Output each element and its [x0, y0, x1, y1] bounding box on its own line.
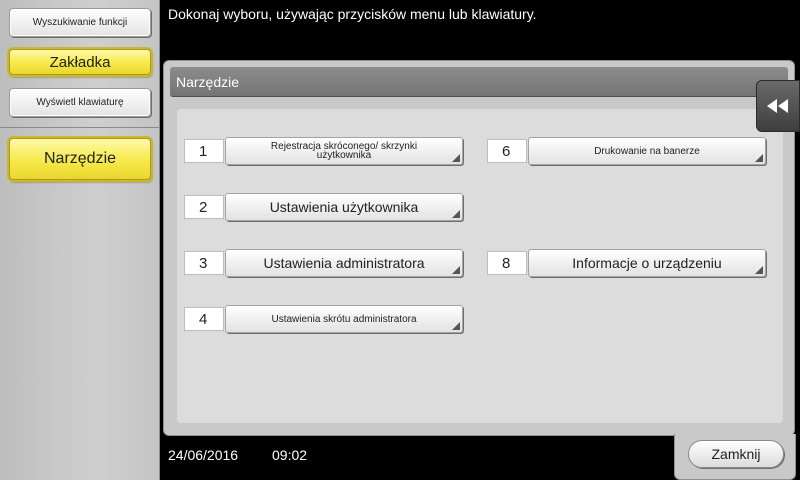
corner-triangle-icon — [755, 266, 763, 274]
menu-item-label: Ustawienia skrótu administratora — [271, 313, 417, 325]
left-sidebar: Wyszukiwanie funkcji Zakładka Wyświetl k… — [0, 0, 160, 480]
corner-triangle-icon — [452, 266, 460, 274]
user-settings-button[interactable]: Ustawienia użytkownika — [225, 193, 463, 221]
close-label: Zamknij — [711, 446, 761, 462]
search-functions-button[interactable]: Wyszukiwanie funkcji — [9, 8, 151, 37]
show-keyboard-label: Wyświetl klawiaturę — [36, 97, 124, 108]
corner-triangle-icon — [452, 210, 460, 218]
instruction-message: Dokonaj wyboru, używając przycisków menu… — [168, 6, 537, 22]
corner-triangle-icon — [755, 154, 763, 162]
menu-item-number[interactable]: 4 — [184, 307, 224, 331]
device-information-button[interactable]: Informacje o urządzeniu — [528, 249, 766, 277]
bookmark-button[interactable]: Zakładka — [9, 49, 151, 75]
search-functions-label: Wyszukiwanie funkcji — [32, 17, 128, 28]
admin-shortcut-settings-button[interactable]: Ustawienia skrótu administratora — [225, 305, 463, 333]
menu-item-label: Rejestracja skróconego/ skrzynki użytkow… — [270, 141, 418, 161]
collapse-panel-button[interactable] — [756, 80, 800, 132]
menu-item-label: Ustawienia administratora — [263, 255, 425, 271]
menu-item-label: Drukowanie na banerze — [594, 145, 700, 157]
tool-label: Narzędzie — [43, 150, 117, 167]
menu-item-number[interactable]: 8 — [487, 251, 527, 275]
close-button[interactable]: Zamknij — [688, 440, 784, 468]
menu-item-number[interactable]: 6 — [487, 139, 527, 163]
corner-triangle-icon — [452, 154, 460, 162]
banner-printing-button[interactable]: Drukowanie na banerze — [528, 137, 766, 165]
menu-item-label: Ustawienia użytkownika — [269, 199, 419, 215]
menu-item-number[interactable]: 2 — [184, 195, 224, 219]
status-time: 09:02 — [272, 447, 308, 463]
bookmark-label: Zakładka — [49, 53, 111, 71]
main-panel: Narzędzie — [163, 60, 795, 436]
admin-settings-button[interactable]: Ustawienia administratora — [225, 249, 463, 277]
double-chevron-left-icon — [767, 99, 788, 113]
registration-shortcut-box-button[interactable]: Rejestracja skróconego/ skrzynki użytkow… — [225, 137, 463, 165]
panel-title-bar: Narzędzie — [170, 67, 788, 97]
panel-title: Narzędzie — [176, 74, 240, 90]
menu-item-label: Informacje o urządzeniu — [572, 255, 722, 271]
corner-triangle-icon — [452, 322, 460, 330]
menu-item-number[interactable]: 3 — [184, 251, 224, 275]
show-keyboard-button[interactable]: Wyświetl klawiaturę — [9, 88, 151, 117]
menu-item-number[interactable]: 1 — [184, 139, 224, 163]
status-date: 24/06/2016 — [168, 447, 239, 463]
sidebar-divider — [0, 127, 160, 128]
tool-button[interactable]: Narzędzie — [9, 138, 151, 180]
